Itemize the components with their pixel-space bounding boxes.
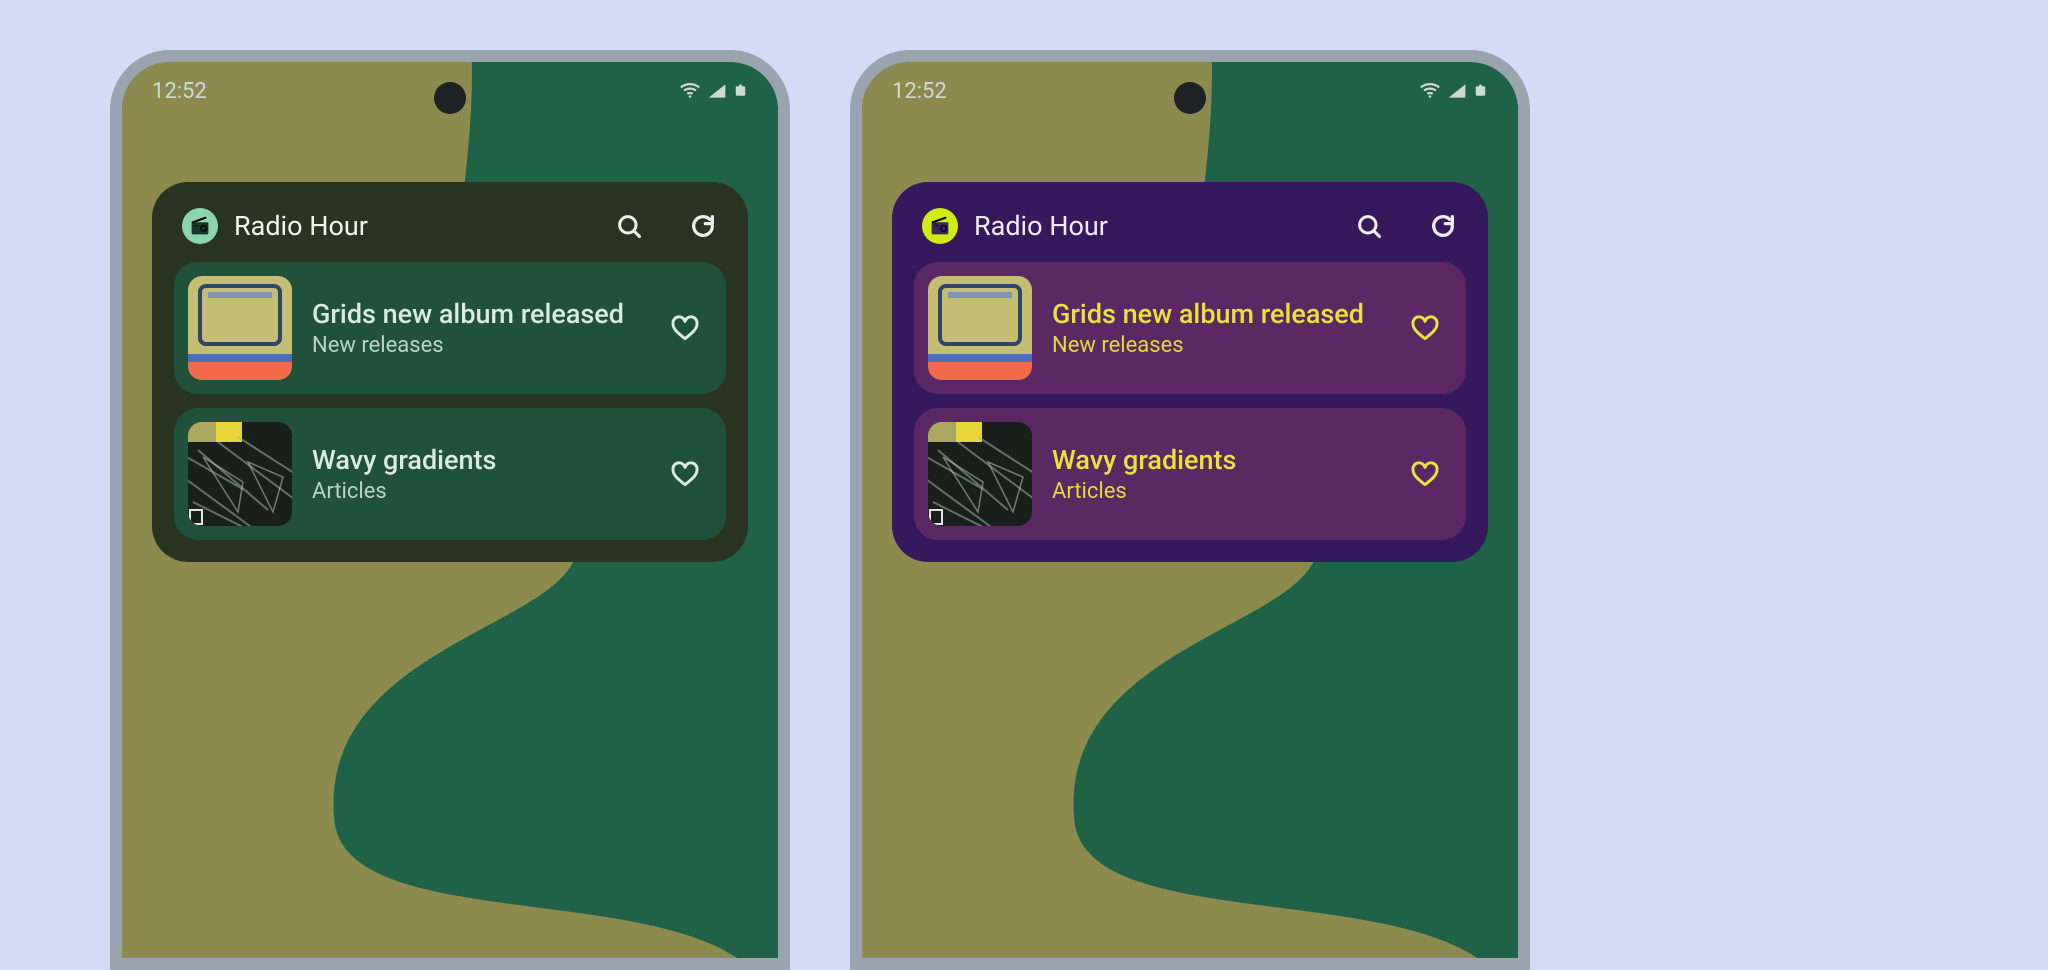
refresh-icon[interactable] bbox=[1428, 211, 1458, 241]
heart-icon[interactable] bbox=[1408, 311, 1442, 345]
wifi-icon bbox=[679, 80, 701, 102]
list-item[interactable]: Wavy gradients Articles bbox=[914, 408, 1466, 540]
radio-icon bbox=[182, 208, 218, 244]
status-time: 12:52 bbox=[152, 79, 207, 104]
list-item[interactable]: Grids new album released New releases bbox=[174, 262, 726, 394]
item-title: Grids new album released bbox=[312, 298, 648, 332]
status-time: 12:52 bbox=[892, 79, 947, 104]
battery-icon bbox=[1473, 80, 1488, 102]
item-subtitle: New releases bbox=[1052, 333, 1388, 358]
item-thumbnail bbox=[188, 276, 292, 380]
widget-title: Radio Hour bbox=[234, 210, 598, 242]
list-item[interactable]: Wavy gradients Articles bbox=[174, 408, 726, 540]
radio-icon bbox=[922, 208, 958, 244]
status-bar: 12:52 bbox=[862, 62, 1518, 120]
item-thumbnail bbox=[928, 276, 1032, 380]
radio-widget[interactable]: Radio Hour Grids new album released New … bbox=[892, 182, 1488, 562]
heart-icon[interactable] bbox=[668, 311, 702, 345]
radio-widget[interactable]: Radio Hour Grids new album released New … bbox=[152, 182, 748, 562]
signal-icon bbox=[1447, 81, 1467, 101]
item-subtitle: Articles bbox=[1052, 479, 1388, 504]
item-subtitle: Articles bbox=[312, 479, 648, 504]
phone-mockup-purple: 12:52 Radio Hour Grids new album rele bbox=[850, 50, 1530, 970]
item-title: Wavy gradients bbox=[312, 444, 648, 478]
refresh-icon[interactable] bbox=[688, 211, 718, 241]
item-subtitle: New releases bbox=[312, 333, 648, 358]
list-item[interactable]: Grids new album released New releases bbox=[914, 262, 1466, 394]
wifi-icon bbox=[1419, 80, 1441, 102]
item-thumbnail bbox=[188, 422, 292, 526]
heart-icon[interactable] bbox=[668, 457, 702, 491]
heart-icon[interactable] bbox=[1408, 457, 1442, 491]
item-title: Wavy gradients bbox=[1052, 444, 1388, 478]
item-title: Grids new album released bbox=[1052, 298, 1388, 332]
search-icon[interactable] bbox=[1354, 211, 1384, 241]
widget-header: Radio Hour bbox=[914, 202, 1466, 262]
item-thumbnail bbox=[928, 422, 1032, 526]
status-bar: 12:52 bbox=[122, 62, 778, 120]
widget-header: Radio Hour bbox=[174, 202, 726, 262]
phone-mockup-green: 12:52 Radio Hour Grids new album rele bbox=[110, 50, 790, 970]
search-icon[interactable] bbox=[614, 211, 644, 241]
widget-title: Radio Hour bbox=[974, 210, 1338, 242]
signal-icon bbox=[707, 81, 727, 101]
battery-icon bbox=[733, 80, 748, 102]
